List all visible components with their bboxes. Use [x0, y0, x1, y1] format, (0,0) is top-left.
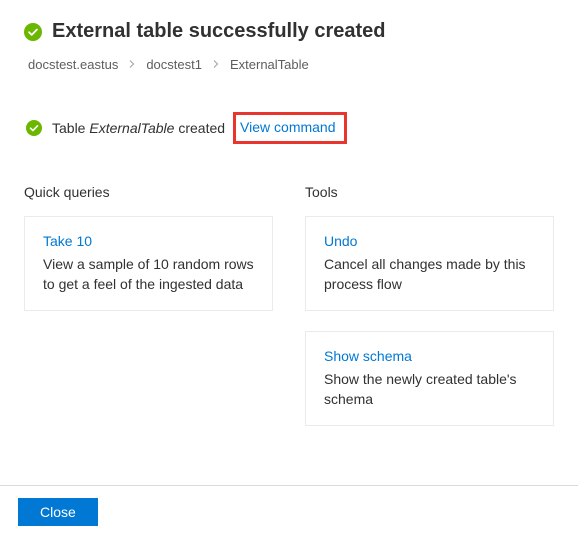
quick-queries-heading: Quick queries	[24, 184, 273, 200]
breadcrumb-item[interactable]: docstest.eastus	[28, 57, 118, 72]
success-check-icon	[26, 120, 42, 136]
quick-queries-section: Quick queries Take 10 View a sample of 1…	[24, 184, 273, 446]
tools-heading: Tools	[305, 184, 554, 200]
highlight-annotation: View command	[233, 112, 346, 144]
breadcrumb-item[interactable]: ExternalTable	[230, 57, 309, 72]
tool-card-undo[interactable]: Undo Cancel all changes made by this pro…	[305, 216, 554, 311]
status-text: Table ExternalTable created	[52, 120, 225, 136]
footer: Close	[0, 485, 578, 538]
page-header: External table successfully created	[24, 20, 554, 43]
card-title[interactable]: Undo	[324, 233, 535, 249]
card-title[interactable]: Show schema	[324, 348, 535, 364]
card-description: Cancel all changes made by this process …	[324, 255, 535, 294]
breadcrumb-item[interactable]: docstest1	[146, 57, 202, 72]
view-command-link[interactable]: View command	[240, 119, 335, 135]
table-name: ExternalTable	[89, 120, 174, 136]
success-check-icon	[24, 23, 42, 41]
breadcrumb: docstest.eastus docstest1 ExternalTable	[24, 57, 554, 72]
page-title: External table successfully created	[52, 20, 386, 43]
chevron-right-icon	[128, 59, 136, 71]
card-title[interactable]: Take 10	[43, 233, 254, 249]
card-description: View a sample of 10 random rows to get a…	[43, 255, 254, 294]
card-description: Show the newly created table's schema	[324, 370, 535, 409]
close-button[interactable]: Close	[18, 498, 98, 526]
tools-section: Tools Undo Cancel all changes made by th…	[305, 184, 554, 446]
chevron-right-icon	[212, 59, 220, 71]
quick-query-card-take10[interactable]: Take 10 View a sample of 10 random rows …	[24, 216, 273, 311]
tool-card-show-schema[interactable]: Show schema Show the newly created table…	[305, 331, 554, 426]
status-line: Table ExternalTable created View command	[24, 112, 554, 144]
